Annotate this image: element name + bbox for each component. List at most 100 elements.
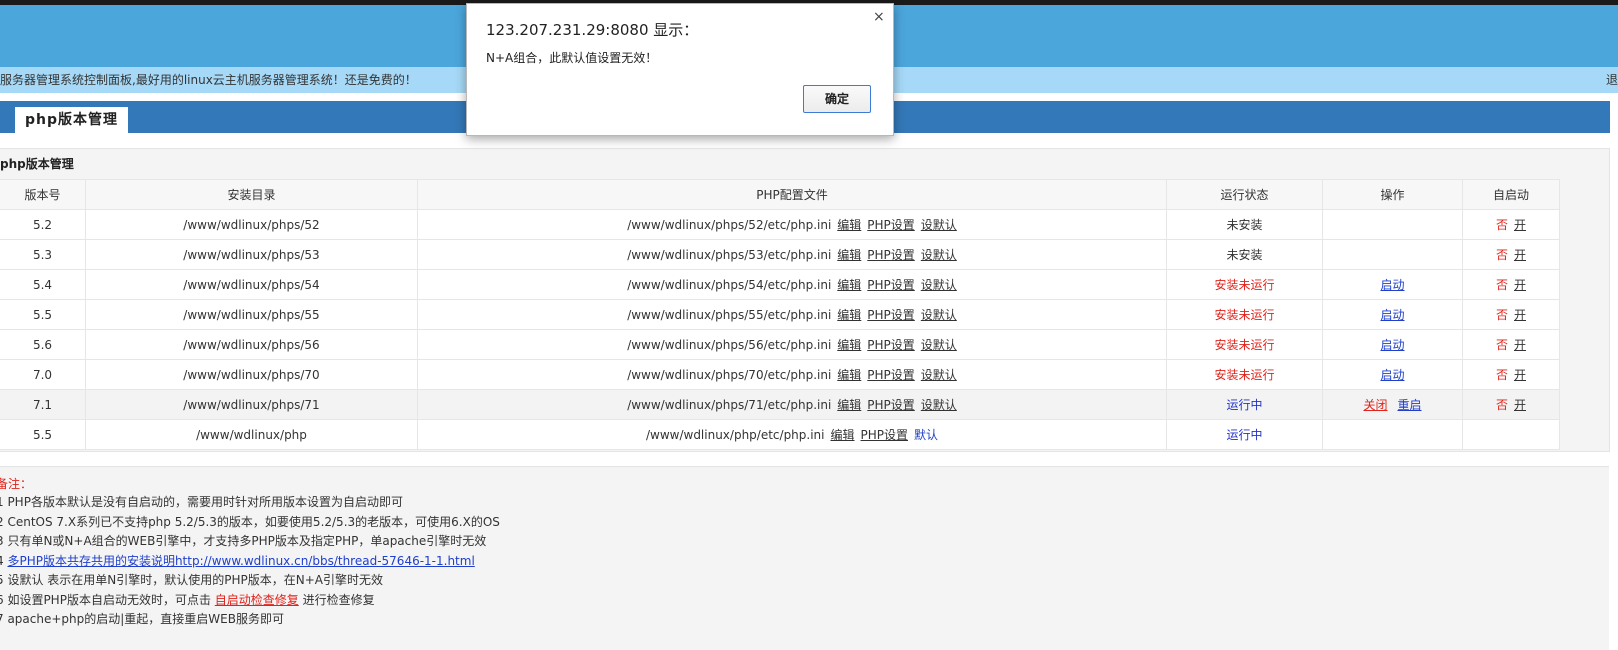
edit-link[interactable]: 编辑 (837, 368, 861, 382)
table-row: 5.3/www/wdlinux/phps/53/www/wdlinux/phps… (0, 239, 1560, 270)
set-default-link[interactable]: 设默认 (921, 308, 957, 322)
config-file-path: /www/wdlinux/php/etc/php.ini (645, 428, 825, 442)
config-file-path: /www/wdlinux/phps/52/etc/php.ini (627, 218, 832, 232)
php-settings-link[interactable]: PHP设置 (867, 338, 915, 352)
header-config-file: PHP配置文件 (417, 179, 1167, 210)
edit-link[interactable]: 编辑 (837, 308, 861, 322)
autostart-on-link[interactable]: 开 (1514, 218, 1526, 232)
operation-cell (1322, 209, 1463, 240)
config-file-path: /www/wdlinux/phps/56/etc/php.ini (627, 338, 832, 352)
status-cell: 未安装 (1166, 209, 1323, 240)
autostart-cell: 否开 (1462, 359, 1560, 390)
autostart-cell: 否开 (1462, 389, 1560, 420)
autostart-on-link[interactable]: 开 (1514, 398, 1526, 412)
status-text: 安装未运行 (1214, 368, 1275, 382)
autostart-no-link[interactable]: 否 (1496, 308, 1508, 322)
set-default-link[interactable]: 设默认 (921, 248, 957, 262)
status-text: 安装未运行 (1214, 308, 1275, 322)
ok-button[interactable]: 确定 (803, 85, 871, 113)
note-line: 4 多PHP版本共存共用的安装说明http://www.wdlinux.cn/b… (0, 552, 475, 569)
php-settings-link[interactable]: PHP设置 (867, 248, 915, 262)
autostart-on-link[interactable]: 开 (1514, 368, 1526, 382)
edit-link[interactable]: 编辑 (831, 428, 855, 442)
notes-section: 备注： 1 PHP各版本默认是没有自启动的，需要用时针对所用版本设置为自启动即可… (0, 466, 1609, 650)
install-dir-cell: /www/wdlinux/phps/70 (85, 359, 418, 390)
default-label[interactable]: 默认 (914, 428, 938, 442)
operation-cell: 启动 (1322, 269, 1463, 300)
set-default-link[interactable]: 设默认 (921, 338, 957, 352)
edit-link[interactable]: 编辑 (837, 278, 861, 292)
version-cell: 7.1 (0, 389, 86, 420)
start-button[interactable]: 启动 (1380, 368, 1404, 382)
php-version-panel: php版本管理 版本号 安装目录 PHP配置文件 运行状态 操作 自启动 5.2… (0, 148, 1610, 452)
table-row: 5.4/www/wdlinux/phps/54/www/wdlinux/phps… (0, 269, 1560, 300)
tab-php-version[interactable]: php版本管理 (15, 107, 129, 133)
php-settings-link[interactable]: PHP设置 (867, 368, 915, 382)
operation-cell: 启动 (1322, 299, 1463, 330)
install-guide-link[interactable]: 多PHP版本共存共用的安装说明http://www.wdlinux.cn/bbs… (7, 554, 474, 568)
alert-dialog: 123.207.231.29:8080 显示： × N+A组合，此默认值设置无效… (466, 3, 894, 136)
version-cell: 5.5 (0, 419, 86, 450)
autostart-on-link[interactable]: 开 (1514, 248, 1526, 262)
operation-cell: 启动 (1322, 359, 1463, 390)
config-file-cell: /www/wdlinux/phps/52/etc/php.ini 编辑 PHP设置设… (417, 209, 1167, 240)
status-cell: 安装未运行 (1166, 329, 1323, 360)
notice-message: 服务器管理系统控制面板,最好用的linux云主机服务器管理系统！还是免费的！ (0, 73, 417, 87)
autostart-on-link[interactable]: 开 (1514, 308, 1526, 322)
status-text: 安装未运行 (1214, 278, 1275, 292)
status-cell: 运行中 (1166, 389, 1323, 420)
dialog-title: 123.207.231.29:8080 显示： (486, 21, 699, 39)
autostart-on-link[interactable]: 开 (1514, 278, 1526, 292)
start-button[interactable]: 启动 (1380, 338, 1404, 352)
operation-cell: 启动 (1322, 329, 1463, 360)
edit-link[interactable]: 编辑 (837, 248, 861, 262)
set-default-link[interactable]: 设默认 (921, 218, 957, 232)
php-settings-link[interactable]: PHP设置 (867, 398, 915, 412)
config-file-cell: /www/wdlinux/php/etc/php.ini 编辑 PHP设置 默认 (417, 419, 1167, 450)
edit-link[interactable]: 编辑 (837, 218, 861, 232)
autostart-check-repair-link[interactable]: 自启动检查修复 (215, 593, 299, 607)
close-icon[interactable]: × (873, 9, 885, 25)
php-settings-link[interactable]: PHP设置 (867, 218, 915, 232)
table-row: 5.6/www/wdlinux/phps/56/www/wdlinux/phps… (0, 329, 1560, 360)
config-file-cell: /www/wdlinux/phps/71/etc/php.ini 编辑 PHP设置设… (417, 389, 1167, 420)
status-text: 未安装 (1226, 248, 1263, 262)
autostart-no-link[interactable]: 否 (1496, 218, 1508, 232)
restart-button[interactable]: 重启 (1398, 398, 1422, 412)
autostart-on-link[interactable]: 开 (1514, 338, 1526, 352)
set-default-link[interactable]: 设默认 (921, 368, 957, 382)
table-row: 5.2/www/wdlinux/phps/52/www/wdlinux/phps… (0, 209, 1560, 240)
panel-title: php版本管理 (0, 157, 74, 171)
set-default-link[interactable]: 设默认 (921, 278, 957, 292)
php-settings-link[interactable]: PHP设置 (867, 308, 915, 322)
edit-link[interactable]: 编辑 (837, 338, 861, 352)
stop-button[interactable]: 关闭 (1363, 398, 1387, 412)
version-cell: 7.0 (0, 359, 86, 390)
version-cell: 5.3 (0, 239, 86, 270)
table-header-row: 版本号 安装目录 PHP配置文件 运行状态 操作 自启动 (0, 179, 1560, 210)
set-default-link[interactable]: 设默认 (921, 398, 957, 412)
header-autostart: 自启动 (1462, 179, 1560, 210)
autostart-cell: 否开 (1462, 209, 1560, 240)
autostart-no-link[interactable]: 否 (1496, 278, 1508, 292)
start-button[interactable]: 启动 (1380, 278, 1404, 292)
table-row: 7.1/www/wdlinux/phps/71/www/wdlinux/phps… (0, 389, 1560, 420)
version-cell: 5.4 (0, 269, 86, 300)
config-file-cell: /www/wdlinux/phps/56/etc/php.ini 编辑 PHP设置设… (417, 329, 1167, 360)
operation-cell: 关闭 重启 (1322, 389, 1463, 420)
note-suffix: 进行检查修复 (298, 593, 375, 607)
status-text: 未安装 (1226, 218, 1263, 232)
php-settings-link[interactable]: PHP设置 (867, 278, 915, 292)
start-button[interactable]: 启动 (1380, 308, 1404, 322)
autostart-no-link[interactable]: 否 (1496, 398, 1508, 412)
autostart-no-link[interactable]: 否 (1496, 338, 1508, 352)
logout-link[interactable]: 退 (1606, 67, 1618, 93)
autostart-no-link[interactable]: 否 (1496, 368, 1508, 382)
php-settings-link[interactable]: PHP设置 (861, 428, 909, 442)
autostart-no-link[interactable]: 否 (1496, 248, 1508, 262)
table-row: 5.5/www/wdlinux/php/www/wdlinux/php/etc/… (0, 419, 1560, 450)
edit-link[interactable]: 编辑 (837, 398, 861, 412)
config-file-path: /www/wdlinux/phps/70/etc/php.ini (627, 368, 832, 382)
autostart-cell: 否开 (1462, 299, 1560, 330)
header-install-dir: 安装目录 (85, 179, 418, 210)
